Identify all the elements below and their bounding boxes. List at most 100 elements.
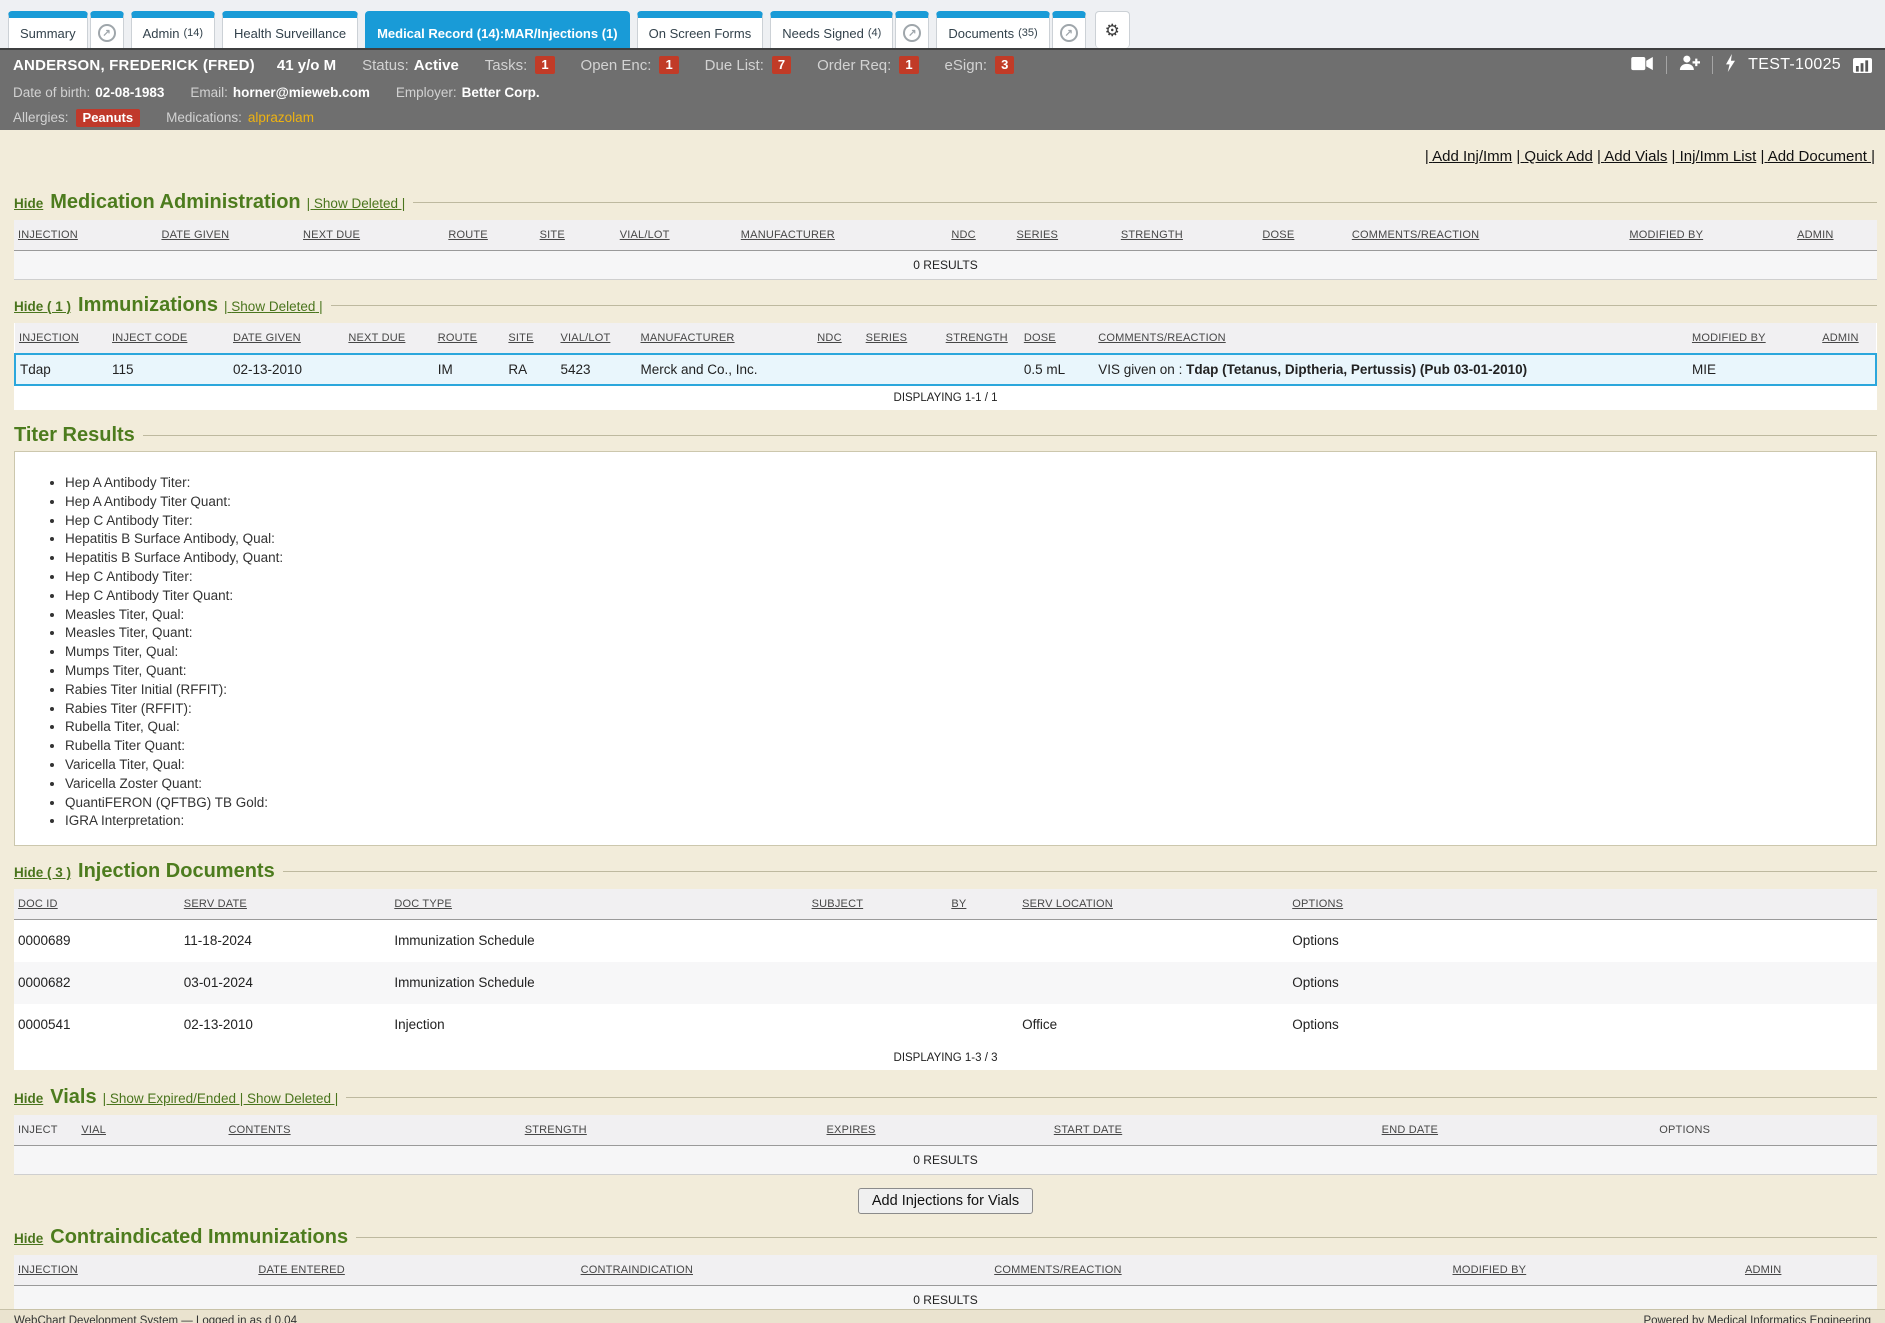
titer-item: Hepatitis B Surface Antibody, Qual: bbox=[65, 530, 1866, 549]
order-req-count-badge[interactable]: 1 bbox=[899, 56, 918, 74]
hide-medication-administration-link[interactable]: Hide bbox=[14, 196, 43, 211]
titer-item: Hepatitis B Surface Antibody, Quant: bbox=[65, 549, 1866, 568]
chart-icon[interactable] bbox=[1853, 58, 1872, 73]
system-id: TEST-10025 bbox=[1748, 56, 1841, 74]
patient-name: ANDERSON, FREDERICK (FRED) bbox=[13, 57, 255, 74]
allergies-label: Allergies: bbox=[13, 110, 69, 125]
hide-vials-link[interactable]: Hide bbox=[14, 1091, 43, 1106]
add-document-link[interactable]: Add Document bbox=[1760, 148, 1875, 165]
tasks-label: Tasks: bbox=[485, 57, 528, 74]
tab-documents[interactable]: Documents(35) bbox=[936, 11, 1049, 48]
add-inj-imm-link[interactable]: Add Inj/Imm bbox=[1425, 148, 1512, 165]
titer-item: Hep C Antibody Titer: bbox=[65, 512, 1866, 531]
tab-group-admin: Admin(14) bbox=[131, 11, 215, 48]
medication-administration-table: INJECTION DATE GIVEN NEXT DUE ROUTE SITE… bbox=[14, 220, 1877, 280]
titer-item: IGRA Interpretation: bbox=[65, 812, 1866, 831]
titer-item: Rabies Titer (RFFIT): bbox=[65, 700, 1866, 719]
order-req-label: Order Req: bbox=[817, 57, 891, 74]
open-enc-count-badge[interactable]: 1 bbox=[659, 56, 678, 74]
document-row[interactable]: 0000689 11-18-2024 Immunization Schedule… bbox=[14, 920, 1877, 963]
patient-details-row: Date of birth: 02-08-1983 Email: horner@… bbox=[13, 80, 1872, 105]
tab-on-screen-forms[interactable]: On Screen Forms bbox=[637, 11, 764, 48]
status-label: Status: bbox=[362, 57, 409, 74]
table-header-row: INJECT VIAL CONTENTS STRENGTH EXPIRES ST… bbox=[14, 1115, 1877, 1146]
add-vials-link[interactable]: Add Vials bbox=[1597, 148, 1667, 165]
tab-summary[interactable]: Summary bbox=[8, 11, 88, 48]
immunization-row-tdap[interactable]: Tdap 115 02-13-2010 IM RA 5423 Merck and… bbox=[15, 354, 1876, 385]
show-deleted-link[interactable]: Show Deleted bbox=[307, 196, 406, 211]
tasks-count-badge[interactable]: 1 bbox=[535, 56, 554, 74]
status-value: Active bbox=[414, 57, 459, 74]
titer-item: Mumps Titer, Quant: bbox=[65, 662, 1866, 681]
tab-bar: Summary ↗ Admin(14) Health Surveillance … bbox=[0, 0, 1885, 50]
employer-value: Better Corp. bbox=[462, 85, 540, 100]
medication-value[interactable]: alprazolam bbox=[248, 110, 314, 125]
medications-label: Medications: bbox=[166, 110, 242, 125]
injection-documents-table: DOC ID SERV DATE DOC TYPE SUBJECT BY SER… bbox=[14, 889, 1877, 1070]
titer-item: Hep A Antibody Titer Quant: bbox=[65, 493, 1866, 512]
document-row[interactable]: 0000541 02-13-2010 Injection Office Opti… bbox=[14, 1004, 1877, 1046]
quick-add-link[interactable]: Quick Add bbox=[1516, 148, 1592, 165]
gear-icon: ⚙ bbox=[1105, 22, 1120, 39]
popout-icon: ↗ bbox=[1060, 24, 1078, 42]
titer-results-list: Hep A Antibody Titer: Hep A Antibody Tit… bbox=[43, 474, 1866, 831]
video-camera-icon[interactable] bbox=[1631, 56, 1654, 75]
contraindicated-immunizations-table: INJECTION DATE ENTERED CONTRAINDICATION … bbox=[14, 1255, 1877, 1315]
comments-reaction-cell: VIS given on : Tdap (Tetanus, Diptheria,… bbox=[1094, 354, 1688, 385]
esign-count-badge[interactable]: 3 bbox=[995, 56, 1014, 74]
section-title: Contraindicated Immunizations bbox=[50, 1226, 348, 1249]
patient-header-bar: ANDERSON, FREDERICK (FRED) 41 y/o M Stat… bbox=[0, 50, 1885, 130]
employer-label: Employer: bbox=[396, 85, 457, 100]
add-user-icon[interactable] bbox=[1679, 55, 1700, 75]
due-list-count-badge[interactable]: 7 bbox=[772, 56, 791, 74]
titer-item: Rubella Titer, Qual: bbox=[65, 718, 1866, 737]
tab-medical-record-mar-injections[interactable]: Medical Record (14):MAR/Injections (1) bbox=[365, 11, 630, 48]
inj-imm-list-link[interactable]: Inj/Imm List bbox=[1672, 148, 1757, 165]
options-link[interactable]: Options bbox=[1288, 1004, 1877, 1046]
table-header-row: INJECTION INJECT CODE DATE GIVEN NEXT DU… bbox=[15, 323, 1876, 354]
show-expired-ended-link[interactable]: Show Expired/Ended bbox=[103, 1091, 236, 1106]
tab-needs-signed-popout[interactable]: ↗ bbox=[895, 11, 929, 48]
section-title: Immunizations bbox=[78, 294, 218, 317]
allergy-badge[interactable]: Peanuts bbox=[76, 109, 141, 127]
immunizations-table: INJECTION INJECT CODE DATE GIVEN NEXT DU… bbox=[14, 323, 1877, 410]
options-link[interactable]: Options bbox=[1288, 962, 1877, 1004]
empty-results-row: 0 RESULTS bbox=[14, 251, 1877, 280]
titer-results-panel: Hep A Antibody Titer: Hep A Antibody Tit… bbox=[14, 451, 1877, 846]
options-link[interactable]: Options bbox=[1288, 920, 1877, 963]
section-medication-administration: Hide Medication Administration Show Dele… bbox=[14, 191, 1877, 280]
tab-health-surveillance[interactable]: Health Surveillance bbox=[222, 11, 358, 48]
titer-item: QuantiFERON (QFTBG) TB Gold: bbox=[65, 794, 1866, 813]
tab-group-on-screen-forms: On Screen Forms bbox=[637, 11, 764, 48]
tab-group-summary: Summary ↗ bbox=[8, 11, 124, 48]
page-footer: WebChart Development System — Logged in … bbox=[0, 1309, 1885, 1323]
hide-contraindicated-link[interactable]: Hide bbox=[14, 1231, 43, 1246]
tab-group-documents: Documents(35) ↗ bbox=[936, 11, 1085, 48]
tab-needs-signed[interactable]: Needs Signed(4) bbox=[770, 11, 893, 48]
displaying-row: DISPLAYING 1-1 / 1 bbox=[15, 385, 1876, 410]
show-deleted-link[interactable]: Show Deleted bbox=[224, 299, 323, 314]
displaying-row: DISPLAYING 1-3 / 3 bbox=[14, 1046, 1877, 1070]
patient-allergies-row: Allergies: Peanuts Medications: alprazol… bbox=[13, 105, 1872, 130]
flash-icon[interactable] bbox=[1725, 54, 1736, 76]
tab-summary-popout[interactable]: ↗ bbox=[90, 11, 124, 48]
titer-item: Varicella Zoster Quant: bbox=[65, 775, 1866, 794]
section-titer-results: Titer Results Hep A Antibody Titer: Hep … bbox=[14, 424, 1877, 846]
footer-left-text: WebChart Development System — Logged in … bbox=[14, 1315, 297, 1323]
patient-bar-icons: TEST-10025 bbox=[1631, 54, 1872, 76]
add-injections-for-vials-button[interactable]: Add Injections for Vials bbox=[858, 1188, 1033, 1214]
show-deleted-link[interactable]: Show Deleted bbox=[236, 1091, 338, 1106]
email-label: Email: bbox=[190, 85, 228, 100]
document-row[interactable]: 0000682 03-01-2024 Immunization Schedule… bbox=[14, 962, 1877, 1004]
table-header-row: DOC ID SERV DATE DOC TYPE SUBJECT BY SER… bbox=[14, 889, 1877, 920]
titer-item: Rabies Titer Initial (RFFIT): bbox=[65, 681, 1866, 700]
titer-item: Mumps Titer, Qual: bbox=[65, 643, 1866, 662]
tab-group-medical-record: Medical Record (14):MAR/Injections (1) bbox=[365, 11, 630, 48]
tab-settings[interactable]: ⚙ bbox=[1095, 11, 1130, 48]
tab-documents-popout[interactable]: ↗ bbox=[1052, 11, 1086, 48]
due-list-label: Due List: bbox=[705, 57, 764, 74]
hide-injection-documents-link[interactable]: Hide ( 3 ) bbox=[14, 865, 71, 880]
dob-label: Date of birth: bbox=[13, 85, 90, 100]
tab-admin[interactable]: Admin(14) bbox=[131, 11, 215, 48]
hide-immunizations-link[interactable]: Hide ( 1 ) bbox=[14, 299, 71, 314]
